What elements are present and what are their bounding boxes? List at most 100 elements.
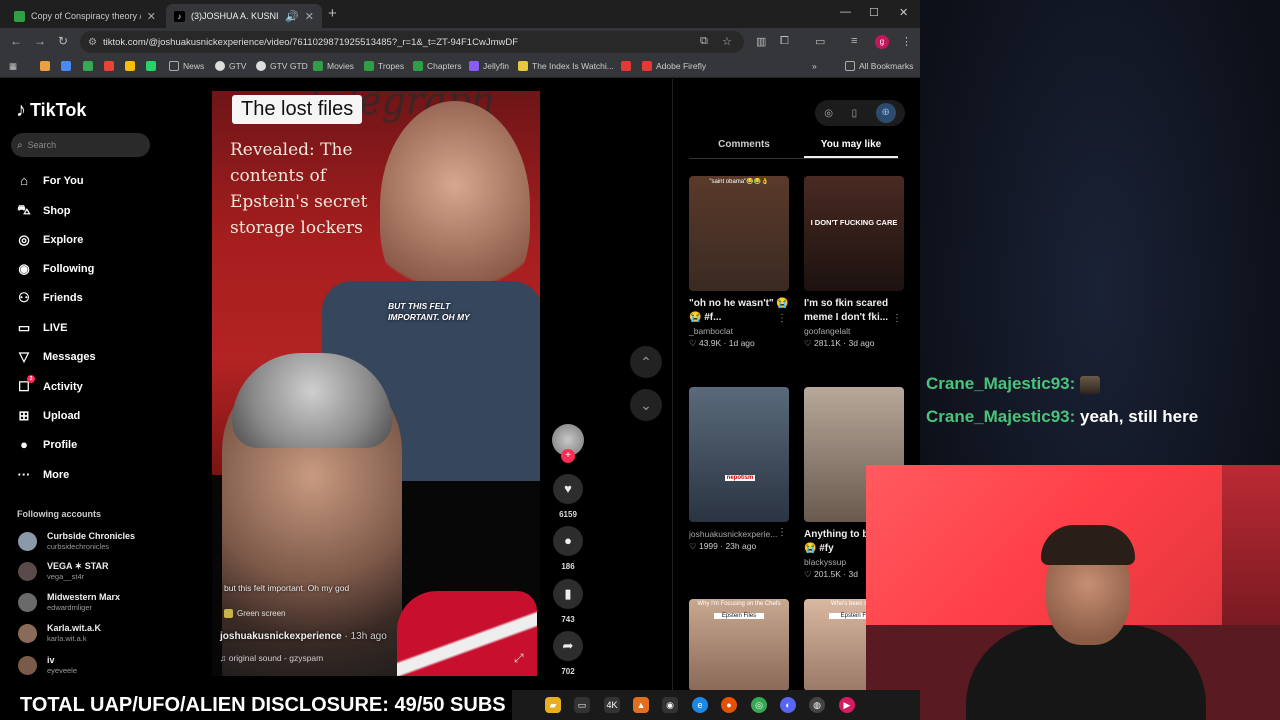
more-options-icon[interactable]: ⋮ <box>777 527 787 538</box>
back-icon[interactable]: ← <box>10 34 22 48</box>
fullscreen-icon[interactable]: ⤢ <box>514 651 524 666</box>
bookmark-yt[interactable] <box>621 61 635 71</box>
new-tab-button[interactable]: + <box>328 5 337 22</box>
bitwarden-icon[interactable]: ▥ <box>756 35 766 48</box>
video-card[interactable]: nepotism joshuakusnickexperie... ♡ 1999 … <box>689 387 789 552</box>
terminal-icon[interactable]: ▭ <box>574 697 590 713</box>
firefox-icon[interactable]: ● <box>721 697 737 713</box>
bookmark-tropes[interactable]: Tropes <box>364 61 404 71</box>
live-icon: ▭ <box>17 320 31 335</box>
close-icon[interactable]: ✕ <box>305 10 314 23</box>
close-icon[interactable]: ✕ <box>147 10 156 23</box>
share-count: 702 <box>561 667 575 676</box>
search-input[interactable]: ⌕ Search <box>11 133 150 157</box>
share-icon: ➦ <box>562 638 574 653</box>
bookmark-movies[interactable]: Movies <box>313 61 354 71</box>
tab-comments[interactable]: Comments <box>689 139 799 150</box>
bookmark-news[interactable]: News <box>169 61 204 71</box>
nav-live[interactable]: ▭ LIVE <box>16 320 68 336</box>
card-tag: Epstein Files <box>714 613 764 619</box>
bookmark-icon[interactable] <box>125 61 139 71</box>
globe-icon[interactable]: ⊕ <box>875 103 896 123</box>
video-card[interactable]: I DON'T FUCKING CARE I'm so fkin scared … <box>804 176 904 349</box>
maximize-button[interactable]: ☐ <box>869 6 879 19</box>
vlc-icon[interactable]: ▲ <box>633 697 649 713</box>
following-account[interactable]: iv eyeveele <box>18 655 77 675</box>
close-window-button[interactable]: ✕ <box>899 6 908 19</box>
bookmark-icon[interactable] <box>40 61 54 71</box>
edge-icon[interactable]: e <box>692 697 708 713</box>
bookmark-chapters[interactable]: Chapters <box>413 61 462 71</box>
follow-button[interactable]: + <box>561 449 575 463</box>
minimize-button[interactable]: — <box>840 6 851 18</box>
nav-shop[interactable]: ⛍ Shop <box>16 202 70 220</box>
nav-messages[interactable]: ▽ Messages <box>16 349 96 365</box>
following-account[interactable]: VEGA ✶ STAR vega__st4r <box>18 561 109 581</box>
tab-tiktok[interactable]: ♪ (3)JOSHUA A. KUSNICK (@ 🔊 ✕ <box>166 4 322 28</box>
site-info-icon[interactable]: ⚙ <box>88 37 97 48</box>
nav-more[interactable]: ··· More <box>16 467 70 482</box>
discord-icon[interactable]: ◐ <box>780 697 796 713</box>
reading-list-icon[interactable]: ≡ <box>851 35 857 47</box>
4k-icon[interactable]: 4K <box>604 697 620 713</box>
bookmark-gtv-gtd[interactable]: GTV GTD <box>256 61 308 71</box>
nav-profile[interactable]: ● Profile <box>16 437 77 452</box>
bookmark-firefly[interactable]: Adobe Firefly <box>642 61 706 71</box>
gmail-icon[interactable] <box>104 61 118 71</box>
menu-icon[interactable]: ⋮ <box>901 35 912 48</box>
tab-you-may-like[interactable]: You may like <box>804 139 898 150</box>
compass-icon[interactable]: ◎ <box>824 108 833 119</box>
bookmark-index[interactable]: The Index Is Watchi... <box>518 61 614 71</box>
video-sound[interactable]: ♫ original sound - gzyspam <box>220 653 323 663</box>
nav-explore[interactable]: ◎ Explore <box>16 232 83 248</box>
folder-icon[interactable]: ▰ <box>545 697 561 713</box>
video-player[interactable]: Telegraph The lost files Revealed: The c… <box>212 91 540 676</box>
webcam-feed <box>866 465 1280 720</box>
save-button[interactable]: ▮ <box>553 579 583 609</box>
video-card[interactable]: "saint obama"😂😂👌 "oh no he wasn't" 😭 😭 #… <box>689 176 789 349</box>
comment-button[interactable]: ● <box>553 526 583 556</box>
tiktok-logo[interactable]: ♪ TikTok <box>16 99 86 122</box>
obs-icon[interactable]: ◍ <box>809 697 825 713</box>
like-button[interactable]: ♥ <box>553 474 583 504</box>
nav-for-you[interactable]: ⌂ For You <box>16 173 83 188</box>
speaker-icon[interactable]: 🔊 <box>285 10 299 23</box>
following-account[interactable]: Karla.wit.a.K karla.wit.a.k <box>18 623 101 643</box>
chevron-right-icon[interactable]: » <box>812 61 817 71</box>
effect-label[interactable]: Green screen <box>224 609 285 618</box>
video-card[interactable]: Why I'm Focusing on the Chefs Epstein Fil… <box>689 599 789 690</box>
video-author[interactable]: joshuakusnickexperience · 13h ago <box>220 631 387 642</box>
media-player-icon[interactable]: ▶ <box>839 697 855 713</box>
share-button[interactable]: ➦ <box>553 631 583 661</box>
more-options-icon[interactable]: ⋮ <box>777 313 787 324</box>
following-account[interactable]: Midwestern Marx edwardmliger <box>18 592 120 612</box>
chrome-icon[interactable]: ◎ <box>751 697 767 713</box>
previous-video-button[interactable]: ⌃ <box>630 346 662 378</box>
bookmark-gtv[interactable]: GTV <box>215 61 246 71</box>
steam-icon[interactable]: ◉ <box>662 697 678 713</box>
nav-friends[interactable]: ⚇ Friends <box>16 290 83 306</box>
tab-conspiracy-doc[interactable]: Copy of Conspiracy theory / tro ✕ <box>6 4 164 28</box>
install-icon[interactable]: ⧉ <box>700 35 708 48</box>
next-video-button[interactable]: ⌄ <box>630 389 662 421</box>
address-bar[interactable]: ⚙ tiktok.com/@joshuakusnickexperience/vi… <box>80 31 744 53</box>
nav-following[interactable]: ◉ Following <box>16 261 94 277</box>
nav-activity[interactable]: ☐ 3 Activity <box>16 375 83 395</box>
reload-icon[interactable]: ↻ <box>58 34 68 48</box>
star-icon[interactable]: ☆ <box>722 35 732 48</box>
apps-icon[interactable]: ▦ <box>9 61 17 72</box>
media-icon[interactable]: ▭ <box>815 35 825 48</box>
bookmark-icon: ▮ <box>564 586 572 601</box>
bookmark-icon[interactable] <box>83 61 97 71</box>
following-account[interactable]: Curbside Chronicles curbsidechronicles <box>18 531 135 551</box>
all-bookmarks[interactable]: All Bookmarks <box>845 61 913 71</box>
profile-avatar[interactable]: g <box>875 35 889 49</box>
more-options-icon[interactable]: ⋮ <box>892 313 902 324</box>
bookmark-icon[interactable] <box>61 61 75 71</box>
nav-upload[interactable]: ⊞ Upload <box>16 408 81 424</box>
phone-icon[interactable]: ▯ <box>852 108 858 119</box>
bookmark-jellyfin[interactable]: Jellyfin <box>469 61 509 71</box>
forward-icon[interactable]: → <box>34 34 46 48</box>
extensions-icon[interactable]: ⧠ <box>780 35 789 48</box>
bookmark-icon[interactable] <box>146 61 160 71</box>
